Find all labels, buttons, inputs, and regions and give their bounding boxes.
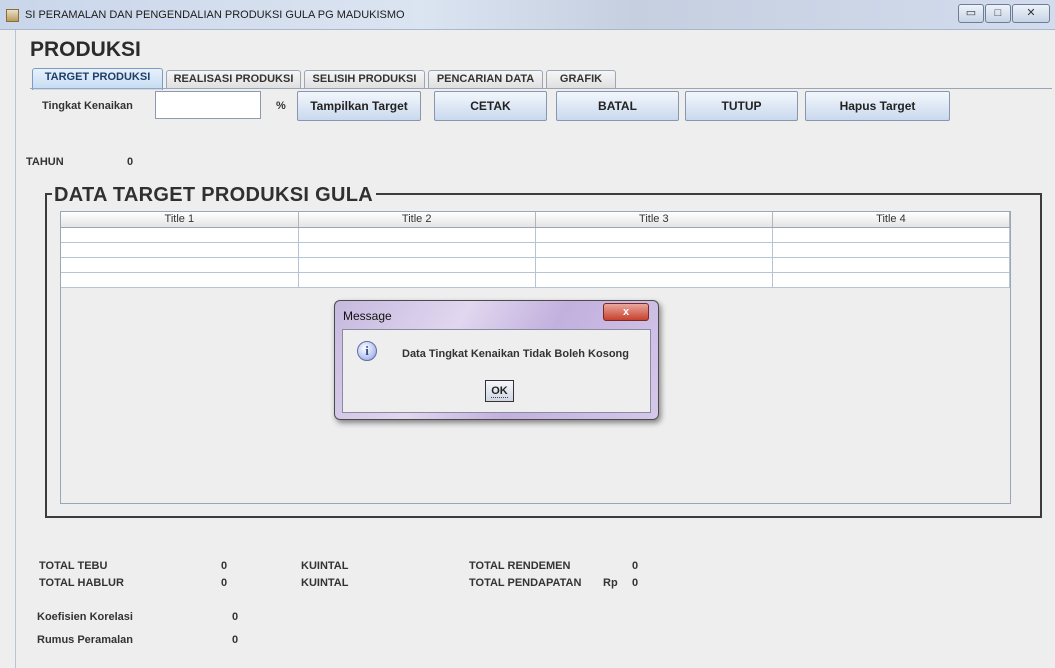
total-tebu-unit: KUINTAL	[301, 560, 349, 572]
rumus-peramalan-label: Rumus Peramalan	[37, 634, 133, 646]
rupiah-label: Rp	[603, 577, 618, 589]
total-hablur-label: TOTAL HABLUR	[39, 577, 124, 589]
info-icon: i	[357, 341, 377, 361]
table-cell[interactable]	[298, 227, 536, 243]
tab-grafik[interactable]: GRAFIK	[546, 70, 616, 89]
table-cell[interactable]	[772, 242, 1011, 258]
total-tebu-label: TOTAL TEBU	[39, 560, 108, 572]
tab-target-produksi[interactable]: TARGET PRODUKSI	[32, 68, 163, 90]
table-cell[interactable]	[772, 227, 1011, 243]
table-cell[interactable]	[535, 272, 773, 288]
table-cell[interactable]	[535, 242, 773, 258]
dialog-message: Data Tingkat Kenaikan Tidak Boleh Kosong	[402, 348, 629, 360]
total-rendemen-label: TOTAL RENDEMEN	[469, 560, 571, 572]
table-cell[interactable]	[298, 257, 536, 273]
batal-button[interactable]: BATAL	[556, 91, 679, 121]
data-target-title: DATA TARGET PRODUKSI GULA	[52, 184, 376, 207]
table-cell[interactable]	[535, 227, 773, 243]
tingkat-kenaikan-label: Tingkat Kenaikan	[42, 100, 133, 112]
table-cell[interactable]	[61, 272, 299, 288]
tahun-value: 0	[127, 156, 134, 168]
tab-realisasi-produksi[interactable]: REALISASI PRODUKSI	[166, 70, 301, 89]
total-rendemen-value: 0	[632, 560, 639, 572]
percent-label: %	[276, 100, 286, 112]
tab-selisih-produksi[interactable]: SELISIH PRODUKSI	[304, 70, 425, 89]
tahun-label: TAHUN	[26, 156, 64, 168]
koefisien-korelasi-value: 0	[232, 611, 239, 623]
minimize-button[interactable]: ▭	[958, 4, 984, 23]
koefisien-korelasi-label: Koefisien Korelasi	[37, 611, 133, 623]
page-title: PRODUKSI	[30, 38, 141, 61]
tab-divider	[30, 88, 1052, 89]
table-row[interactable]	[61, 242, 1011, 258]
table-row[interactable]	[61, 257, 1011, 273]
hapus-target-button[interactable]: Hapus Target	[805, 91, 950, 121]
table-header-row: Title 1 Title 2 Title 3 Title 4	[61, 212, 1011, 228]
table-cell[interactable]	[772, 272, 1011, 288]
rumus-peramalan-value: 0	[232, 634, 239, 646]
table-cell[interactable]	[298, 242, 536, 258]
total-pendapatan-label: TOTAL PENDAPATAN	[469, 577, 582, 589]
column-header[interactable]: Title 4	[772, 212, 1011, 228]
table-cell[interactable]	[61, 227, 299, 243]
ok-button-label: OK	[491, 385, 508, 398]
total-pendapatan-value: 0	[632, 577, 639, 589]
tampilkan-target-button[interactable]: Tampilkan Target	[297, 91, 421, 121]
window-title-bar: SI PERAMALAN DAN PENGENDALIAN PRODUKSI G…	[0, 0, 1055, 30]
table-cell[interactable]	[772, 257, 1011, 273]
table-row[interactable]	[61, 227, 1011, 243]
maximize-button[interactable]: □	[985, 4, 1011, 23]
cetak-button[interactable]: CETAK	[434, 91, 547, 121]
column-header[interactable]: Title 2	[298, 212, 536, 228]
dialog-body: i Data Tingkat Kenaikan Tidak Boleh Koso…	[342, 329, 651, 413]
data-target-table: Title 1 Title 2 Title 3 Title 4	[61, 212, 1011, 288]
dialog-close-button[interactable]: x	[603, 303, 649, 321]
tutup-button[interactable]: TUTUP	[685, 91, 798, 121]
tingkat-kenaikan-input[interactable]	[155, 91, 261, 119]
table-cell[interactable]	[61, 242, 299, 258]
table-cell[interactable]	[298, 272, 536, 288]
java-app-icon	[6, 9, 19, 22]
window-title: SI PERAMALAN DAN PENGENDALIAN PRODUKSI G…	[25, 9, 405, 21]
total-tebu-value: 0	[221, 560, 228, 572]
dialog-title: Message	[343, 309, 392, 323]
tab-pencarian-data[interactable]: PENCARIAN DATA	[428, 70, 543, 89]
table-cell[interactable]	[535, 257, 773, 273]
column-header[interactable]: Title 3	[535, 212, 773, 228]
close-window-button[interactable]: ✕	[1012, 4, 1050, 23]
table-cell[interactable]	[61, 257, 299, 273]
total-hablur-value: 0	[221, 577, 228, 589]
message-dialog: Message x i Data Tingkat Kenaikan Tidak …	[334, 300, 659, 420]
column-header[interactable]: Title 1	[61, 212, 299, 228]
ok-button[interactable]: OK	[485, 380, 514, 402]
table-row[interactable]	[61, 272, 1011, 288]
total-hablur-unit: KUINTAL	[301, 577, 349, 589]
